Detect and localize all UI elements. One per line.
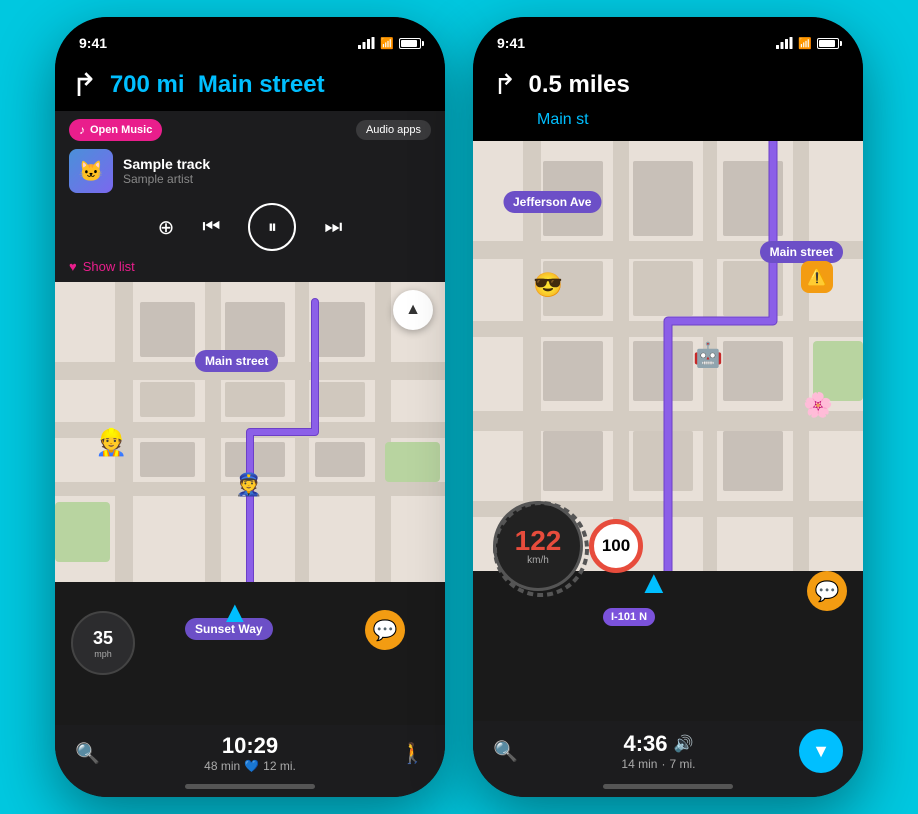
signal-icon-2 [776, 37, 793, 49]
artist-name: Sample artist [123, 172, 210, 186]
report-icon: ⚠️ [801, 261, 833, 293]
waze-char-cool: 😎 [533, 271, 563, 300]
waze-char-hard-hat: 👷 [95, 427, 127, 458]
show-list-label: Show list [83, 259, 135, 274]
nav-header-2: ↱ 0.5 miles Main st [473, 61, 863, 141]
walker-icon-1[interactable]: 🚶 [400, 741, 425, 766]
route-label: I-101 N [603, 608, 655, 626]
bottom-time-2: 4:36 🔊 14 min · 7 mi. [621, 731, 695, 771]
wifi-icon-2: 📶 [798, 37, 812, 50]
battery-icon-2 [817, 38, 839, 49]
map-container-1: Main street Sunset Way ▲ 👷 👮 💬 35 mph ▲ [55, 282, 445, 725]
status-bar-2: 9:41 📶 [473, 17, 863, 61]
heart-icon: ♥ [69, 259, 77, 274]
music-top-bar: ♪ Open Music Audio apps [69, 119, 431, 141]
nav-top-row-2: ↱ 0.5 miles [493, 71, 630, 99]
nav-arrow-map-1: ▲ [220, 596, 250, 630]
jefferson-text: Jefferson Ave [513, 195, 591, 209]
next-button[interactable]: ⏭ [324, 216, 342, 239]
speed-limit-value: 100 [602, 536, 630, 556]
status-icons-1: 📶 [358, 37, 421, 50]
track-row: 🐱 Sample track Sample artist [69, 149, 431, 193]
album-art: 🐱 [69, 149, 113, 193]
turn-arrow-1: ↱ [71, 69, 98, 101]
show-list-button[interactable]: ♥ Show list [69, 259, 431, 274]
battery-icon-1 [399, 38, 421, 49]
nav-street-2: Main st [537, 111, 589, 128]
nav-distance-1: 700 mi Main street [110, 71, 429, 99]
speed-ring [492, 500, 590, 598]
audio-apps-button[interactable]: Audio apps [356, 120, 431, 140]
eta-2: 14 min [621, 757, 657, 771]
open-music-button[interactable]: ♪ Open Music [69, 119, 162, 141]
street-name-1: Main street [198, 71, 325, 98]
chat-bubble-2: 💬 [807, 571, 847, 611]
turn-arrow-2: ↱ [493, 71, 516, 99]
add-button[interactable]: ⊕ [158, 215, 175, 240]
eta-info-1: 48 min 💙 12 mi. [204, 759, 296, 773]
jefferson-label: Jefferson Ave [503, 191, 601, 213]
scroll-up-button[interactable]: ▲ [393, 290, 433, 330]
status-icons-2: 📶 [776, 37, 839, 50]
waze-char-flower: 🌸 [803, 391, 833, 420]
main-street-label-2: Main street [760, 241, 843, 263]
nav-info-1: 700 mi Main street [110, 71, 429, 99]
home-indicator-1 [185, 784, 315, 789]
bottom-time-1: 10:29 48 min 💙 12 mi. [204, 733, 296, 773]
search-icon-1[interactable]: 🔍 [75, 741, 100, 766]
status-time-2: 9:41 [497, 35, 525, 51]
music-note-icon: ♪ [79, 123, 85, 137]
status-bar-1: 9:41 📶 [55, 17, 445, 61]
waze-char-police: 👮 [235, 472, 262, 498]
phone-2: 9:41 📶 ↱ 0.5 miles Main s [473, 17, 863, 797]
dist-1: 12 mi. [263, 759, 296, 773]
search-icon-2[interactable]: 🔍 [493, 739, 518, 764]
speed-limit-circle: 100 [589, 519, 643, 573]
time-display-1: 10:29 [204, 733, 296, 759]
map-container-2: Main street Jefferson Ave I-101 N ▲ 😎 🤖 … [473, 141, 863, 721]
player-controls: ⊕ ⏮ ⏸ ⏭ [69, 203, 431, 251]
phone-1: 9:41 📶 ↱ 700 mi Main street [55, 17, 445, 797]
eta-info-2: 14 min · 7 mi. [621, 757, 695, 771]
dist-2: 7 mi. [669, 757, 695, 771]
pause-button[interactable]: ⏸ [248, 203, 296, 251]
volume-icon[interactable]: 🔊 [674, 734, 694, 754]
eta-1: 48 min [204, 759, 240, 773]
audio-apps-label: Audio apps [366, 124, 421, 136]
nav-header-1: ↱ 700 mi Main street [55, 61, 445, 111]
distance-text-1: 700 mi [110, 71, 185, 98]
nav-distance-2: 0.5 miles [528, 71, 629, 99]
signal-icon-1 [358, 37, 375, 49]
time-display-2: 4:36 [623, 731, 667, 757]
music-panel: ♪ Open Music Audio apps 🐱 Sample track S… [55, 111, 445, 282]
open-music-label: Open Music [90, 124, 152, 136]
track-name: Sample track [123, 156, 210, 172]
wifi-icon-1: 📶 [380, 37, 394, 50]
prev-button[interactable]: ⏮ [202, 216, 220, 239]
track-info: Sample track Sample artist [123, 156, 210, 186]
waze-small-icon: 💙 [244, 759, 259, 773]
speed-display-group: 122 km/h 100 [493, 501, 643, 591]
main-street-label-1: Main street [195, 350, 278, 372]
chevron-down-button[interactable]: ▼ [799, 729, 843, 773]
speed-unit-1: mph [94, 649, 112, 659]
speed-value-1: 35 [93, 628, 113, 649]
speed-badge-1: 35 mph [71, 611, 135, 675]
chat-bubble-1: 💬 [365, 610, 405, 650]
home-indicator-2 [603, 784, 733, 789]
waze-char-glasses: 🤖 [693, 341, 723, 370]
status-time-1: 9:41 [79, 35, 107, 51]
current-speed-circle: 122 km/h [493, 501, 583, 591]
